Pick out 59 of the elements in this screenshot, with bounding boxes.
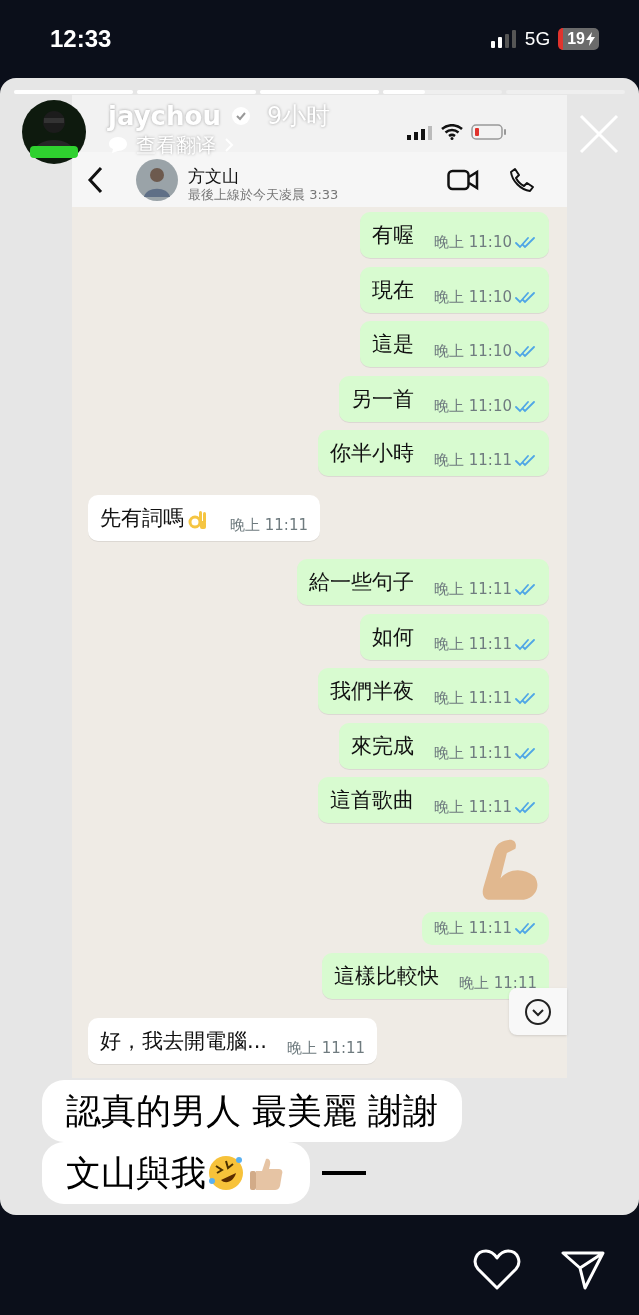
- message-text: 現在: [372, 276, 414, 304]
- caption-line: 文山與我: [42, 1142, 310, 1204]
- read-ticks-icon: [515, 399, 537, 413]
- message-text: 好，我去開電腦...: [100, 1027, 268, 1055]
- message-time: 晚上 11:10: [434, 289, 512, 305]
- wifi-icon: [441, 124, 463, 140]
- back-icon[interactable]: [86, 164, 104, 195]
- signal-icon: [407, 126, 433, 140]
- signal-icon: [490, 30, 517, 48]
- contact-avatar[interactable]: [136, 158, 178, 201]
- message-time: 晚上 11:10: [434, 398, 512, 414]
- message-time: 晚上 11:11: [434, 453, 512, 468]
- battery-indicator: 19: [558, 28, 599, 50]
- read-ticks-icon: [515, 454, 537, 467]
- read-ticks-icon: [515, 583, 537, 596]
- message-time: 晚上 11:11: [434, 800, 512, 815]
- read-ticks-icon: [515, 637, 537, 651]
- send-icon[interactable]: [561, 1250, 605, 1290]
- caption-line: 認真的男人 最美麗 謝謝: [42, 1080, 463, 1142]
- message-text: 先有詞嗎: [100, 504, 184, 532]
- read-ticks-icon: [515, 692, 537, 705]
- message-text: 如何: [372, 623, 414, 651]
- video-call-icon[interactable]: [447, 168, 479, 191]
- message-text: 這是: [372, 331, 414, 359]
- heart-icon[interactable]: [473, 1249, 521, 1291]
- network-label: 5G: [524, 26, 551, 51]
- user-avatar[interactable]: [22, 100, 86, 164]
- message-time: 晚上 11:10: [434, 235, 512, 250]
- read-ticks-icon: [515, 746, 537, 760]
- message-time: 晚上 11:11: [287, 1040, 366, 1056]
- phone-icon[interactable]: [509, 166, 535, 193]
- read-ticks-icon: [515, 236, 537, 249]
- read-ticks-icon: [515, 345, 537, 358]
- chevron-down-icon: [524, 997, 552, 1026]
- message-time: 晚上 11:11: [459, 976, 537, 991]
- message-text: 給一些句子: [309, 569, 414, 597]
- message-text: 來完成: [351, 732, 414, 760]
- message-time: 晚上 11:11: [434, 920, 512, 936]
- message-time: 晚上 11:11: [434, 691, 512, 706]
- message-time: 晚上 11:10: [434, 344, 512, 359]
- message-text: 另一首: [351, 385, 414, 413]
- message-time: 晚上 11:11: [434, 636, 512, 652]
- battery-icon: [471, 124, 507, 140]
- message-text: 這樣比較快: [334, 963, 439, 991]
- message-time: 晚上 11:11: [230, 517, 308, 533]
- scroll-down-button[interactable]: [509, 988, 567, 1035]
- message-text: 有喔: [372, 222, 414, 250]
- contact-name: 方文山: [188, 165, 239, 187]
- charging-bolt-icon: [586, 32, 595, 46]
- clock: 12:33: [50, 24, 112, 54]
- message-text: 我們半夜: [330, 678, 414, 706]
- message-text: 這首歌曲: [330, 787, 414, 815]
- message-text: 你半小時: [330, 440, 414, 468]
- read-ticks-icon: [515, 290, 537, 304]
- message-time: 晚上 11:11: [434, 582, 512, 597]
- message-time: 晚上 11:11: [434, 745, 512, 761]
- read-ticks-icon: [515, 801, 537, 814]
- read-ticks-icon: [515, 921, 537, 935]
- last-seen-text: 最後上線於今天凌晨 3:33: [188, 187, 339, 204]
